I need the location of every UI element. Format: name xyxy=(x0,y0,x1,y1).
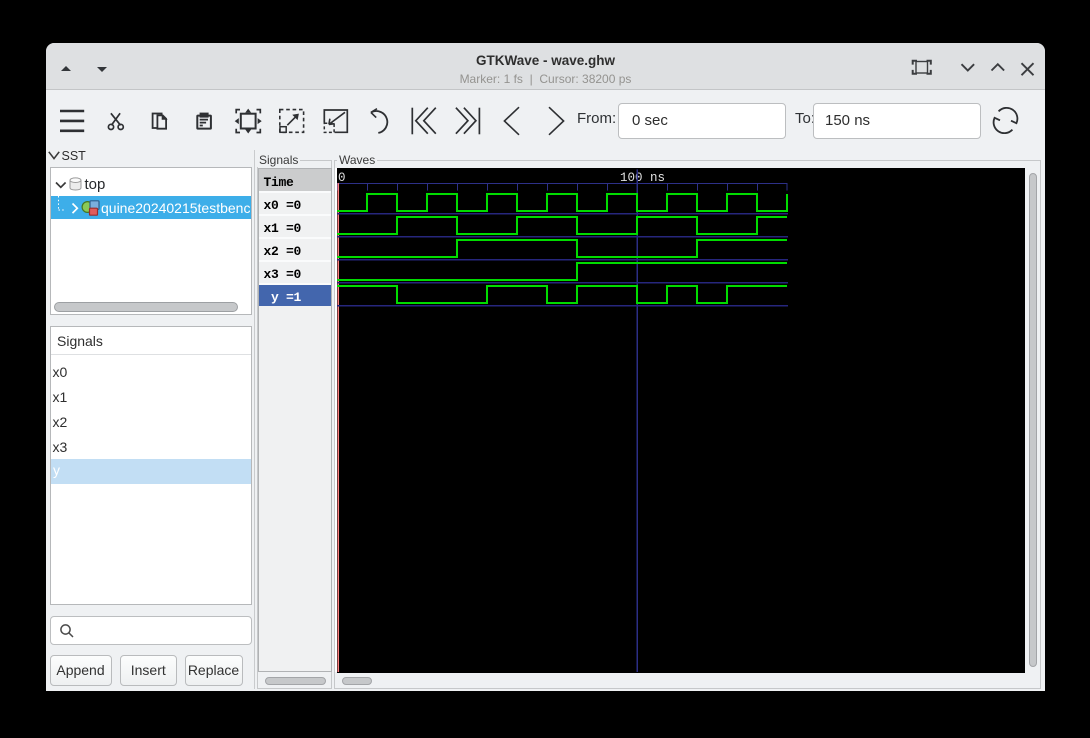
svg-text:100 ns: 100 ns xyxy=(620,171,665,185)
svg-text:0: 0 xyxy=(338,171,346,185)
